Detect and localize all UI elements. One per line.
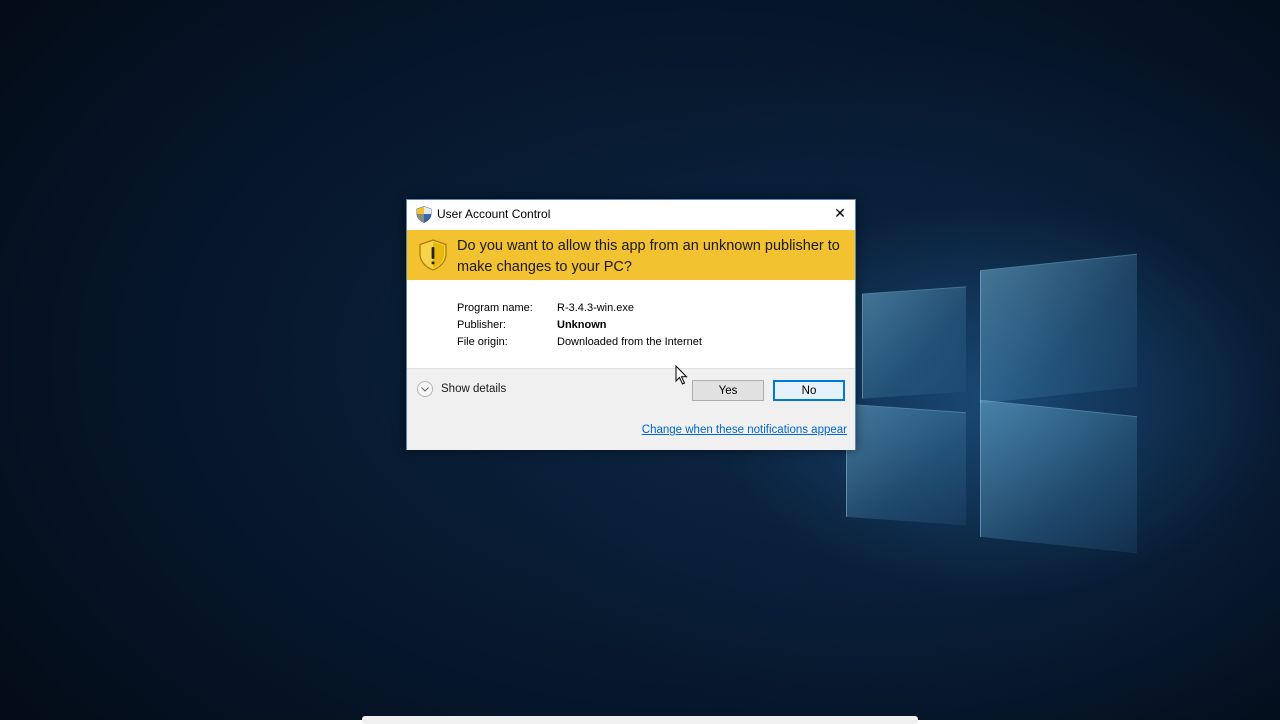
chevron-glyph [421, 386, 429, 392]
no-button[interactable]: No [773, 380, 845, 401]
info-row-program-name: Program name: R-3.4.3-win.exe [457, 302, 702, 319]
uac-question: Do you want to allow this app from an un… [457, 238, 840, 275]
info-label: Publisher: [457, 319, 506, 331]
info-value-program: R-3.4.3-win.exe [557, 302, 635, 314]
show-details-label: Show details [441, 383, 507, 395]
info-row-file-origin: File origin: Downloaded from the Interne… [457, 336, 702, 353]
dialog-footer: Show details Yes No Change when these no… [407, 368, 855, 450]
info-row-publisher: Publisher: Unknown [457, 319, 702, 336]
taskbar-edge [362, 716, 918, 724]
close-button[interactable]: ✕ [825, 200, 855, 228]
change-notifications-link[interactable]: Change when these notifications appear [642, 424, 847, 436]
close-icon: ✕ [834, 206, 846, 222]
logo-pane-top-right [980, 253, 1137, 404]
mouse-cursor-icon [675, 365, 688, 385]
uac-shield-icon [416, 206, 432, 223]
dialog-title: User Account Control [437, 207, 551, 221]
info-label: File origin: [457, 336, 508, 348]
uac-dialog: User Account Control ✕ Do you want to al… [406, 199, 856, 450]
info-label: Program name: [457, 302, 533, 314]
yes-button[interactable]: Yes [692, 380, 764, 401]
warning-shield-icon [419, 239, 447, 271]
info-value-origin: Downloaded from the Internet [557, 336, 702, 348]
logo-pane-top-left [862, 286, 966, 399]
info-value-publisher: Unknown [557, 319, 607, 331]
logo-pane-bottom-left [846, 403, 966, 526]
logo-pane-bottom-right [980, 399, 1137, 554]
chevron-down-icon [417, 381, 433, 397]
program-info: Program name: R-3.4.3-win.exe Publisher:… [457, 302, 702, 353]
dialog-titlebar: User Account Control ✕ [407, 200, 855, 230]
show-details-toggle[interactable]: Show details [417, 381, 506, 397]
warning-banner: Do you want to allow this app from an un… [407, 230, 855, 280]
